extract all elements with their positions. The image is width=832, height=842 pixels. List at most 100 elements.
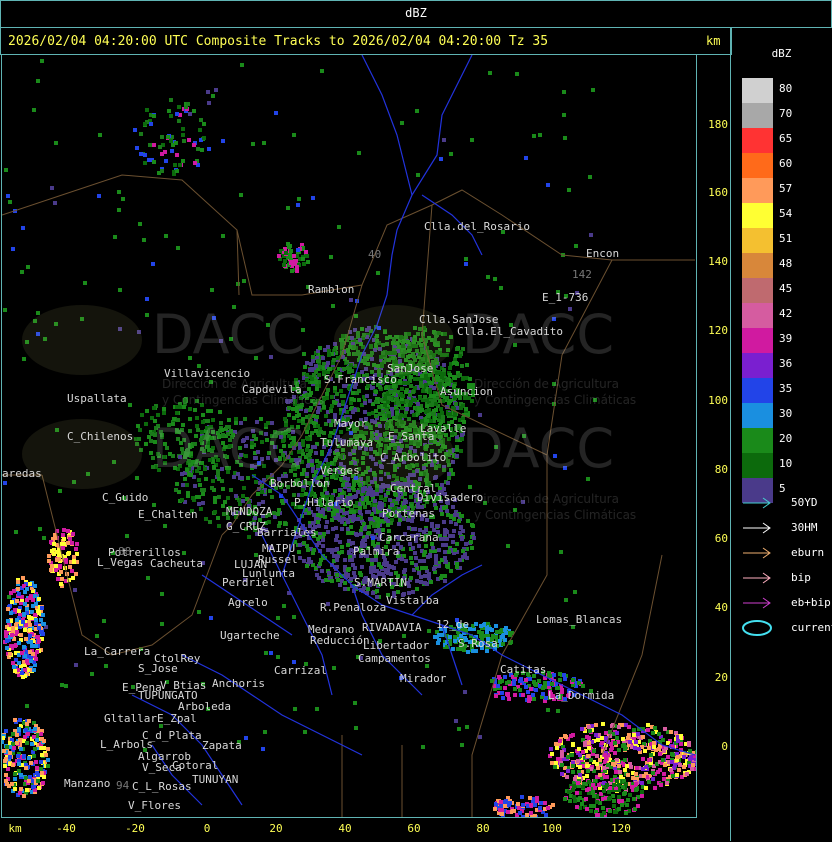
echo-pixel	[363, 505, 367, 509]
echo-pixel	[543, 681, 547, 685]
echo-pixel	[304, 409, 308, 413]
place-label: Ramblon	[308, 283, 355, 296]
place-label: S.Francisco	[324, 373, 397, 386]
echo-pixel	[647, 758, 651, 762]
echo-pixel	[149, 122, 153, 126]
echo-pixel	[592, 794, 596, 798]
echo-pixel	[374, 529, 378, 533]
echo-pixel	[313, 445, 317, 449]
echo-pixel	[58, 565, 62, 569]
echo-pixel	[507, 697, 511, 701]
echo-pixel	[377, 405, 381, 409]
echo-pixel	[388, 498, 392, 502]
echo-pixel	[416, 173, 420, 177]
echo-pixel	[295, 269, 299, 273]
echo-pixel	[417, 544, 421, 548]
echo-pixel	[571, 743, 575, 747]
echo-pixel	[284, 251, 288, 255]
echo-pixel	[342, 367, 346, 371]
radar-map[interactable]: DACC DACC DACC DACC Dirección de Agricul…	[1, 54, 697, 818]
echo-pixel	[403, 568, 407, 572]
echo-pixel	[595, 754, 599, 758]
echo-pixel	[506, 544, 510, 548]
echo-pixel	[329, 255, 333, 259]
echo-pixel	[620, 803, 624, 807]
place-label: Uspallata	[67, 392, 127, 405]
echo-pixel	[546, 708, 550, 712]
echo-pixel	[676, 755, 680, 759]
echo-pixel	[166, 135, 170, 139]
echo-pixel	[573, 777, 577, 781]
echo-pixel	[216, 516, 220, 520]
echo-pixel	[402, 634, 406, 638]
echo-pixel	[305, 564, 309, 568]
echo-pixel	[288, 244, 292, 248]
echo-pixel	[272, 511, 276, 515]
echo-pixel	[2, 749, 6, 753]
echo-pixel	[395, 411, 399, 415]
echo-pixel	[682, 765, 686, 769]
echo-pixel	[286, 206, 290, 210]
echo-pixel	[413, 386, 417, 390]
echo-pixel	[32, 108, 36, 112]
echo-pixel	[335, 392, 339, 396]
echo-pixel	[441, 415, 445, 419]
echo-pixel	[54, 568, 58, 572]
echo-pixel	[558, 672, 562, 676]
echo-pixel	[187, 138, 191, 142]
echo-pixel	[412, 413, 416, 417]
echo-pixel	[102, 619, 106, 623]
echo-pixel	[70, 541, 74, 545]
echo-pixel	[66, 529, 70, 533]
echo-pixel	[433, 416, 437, 420]
echo-pixel	[625, 803, 629, 807]
echo-pixel	[17, 728, 21, 732]
echo-pixel	[175, 482, 179, 486]
echo-pixel	[529, 687, 533, 691]
echo-pixel	[432, 394, 436, 398]
echo-pixel	[30, 742, 34, 746]
echo-pixel	[289, 249, 293, 253]
echo-pixel	[337, 403, 341, 407]
echo-pixel	[60, 542, 64, 546]
echo-pixel	[447, 476, 451, 480]
echo-pixel	[191, 496, 195, 500]
echo-pixel	[75, 542, 79, 546]
echo-pixel	[247, 535, 251, 539]
echo-pixel	[242, 486, 246, 490]
echo-pixel	[319, 514, 323, 518]
echo-pixel	[440, 633, 444, 637]
echo-pixel	[32, 754, 36, 758]
echo-pixel	[325, 491, 329, 495]
echo-pixel	[133, 128, 137, 132]
echo-pixel	[494, 624, 498, 628]
echo-pixel	[25, 607, 29, 611]
echo-pixel	[551, 803, 555, 807]
echo-pixel	[323, 348, 327, 352]
echo-pixel	[587, 741, 591, 745]
echo-pixel	[143, 153, 147, 157]
echo-pixel	[25, 598, 29, 602]
echo-pixel	[318, 562, 322, 566]
echo-pixel	[39, 618, 43, 622]
echo-pixel	[410, 561, 414, 565]
echo-pixel	[493, 277, 497, 281]
echo-pixel	[612, 799, 616, 803]
echo-pixel	[633, 746, 637, 750]
echo-pixel	[4, 729, 8, 733]
echo-pixel	[443, 550, 447, 554]
echo-pixel	[454, 719, 458, 723]
echo-pixel	[538, 806, 542, 810]
echo-pixel	[7, 595, 11, 599]
echo-pixel	[575, 805, 579, 809]
echo-pixel	[550, 761, 554, 765]
echo-pixel	[40, 606, 44, 610]
echo-pixel	[512, 679, 516, 683]
echo-pixel	[113, 235, 117, 239]
echo-pixel	[302, 559, 306, 563]
echo-pixel	[152, 114, 156, 118]
echo-pixel	[592, 749, 596, 753]
echo-pixel	[602, 766, 606, 770]
echo-pixel	[370, 558, 374, 562]
echo-pixel	[175, 153, 179, 157]
